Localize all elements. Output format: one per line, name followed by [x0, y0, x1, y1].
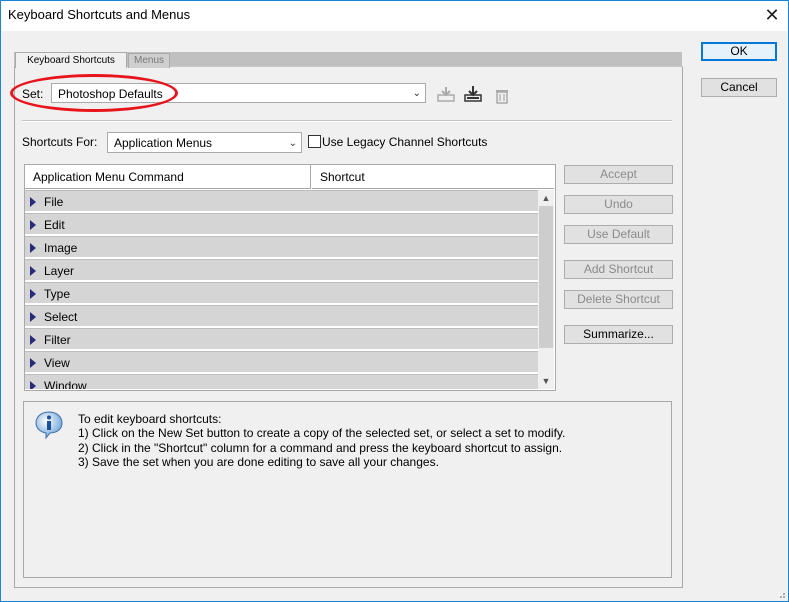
save-set-icon[interactable] — [436, 84, 456, 104]
tab-menus[interactable]: Menus — [128, 53, 170, 68]
shortcuts-for-dropdown[interactable]: Application Menus ⌄ — [107, 132, 302, 153]
info-step-2: 2) Click in the "Shortcut" column for a … — [78, 441, 563, 455]
use-default-button[interactable]: Use Default — [564, 225, 673, 244]
legacy-channel-checkbox[interactable] — [308, 135, 321, 148]
cancel-button[interactable]: Cancel — [701, 78, 777, 97]
undo-button[interactable]: Undo — [564, 195, 673, 214]
column-header-command[interactable]: Application Menu Command — [25, 165, 311, 189]
separator — [22, 120, 672, 122]
expand-triangle-icon[interactable] — [30, 381, 36, 389]
table-scrollbar[interactable]: ▲ ▼ — [538, 190, 554, 389]
expand-triangle-icon[interactable] — [30, 243, 36, 253]
add-shortcut-button[interactable]: Add Shortcut — [564, 260, 673, 279]
table-row[interactable]: Filter — [25, 328, 538, 350]
expand-triangle-icon[interactable] — [30, 197, 36, 207]
new-set-icon[interactable] — [463, 84, 483, 104]
ok-button[interactable]: OK — [701, 42, 777, 61]
info-step-3: 3) Save the set when you are done editin… — [78, 455, 439, 469]
tab-keyboard-shortcuts[interactable]: Keyboard Shortcuts — [15, 52, 127, 68]
column-header-shortcut[interactable]: Shortcut — [312, 165, 554, 189]
delete-shortcut-button[interactable]: Delete Shortcut — [564, 290, 673, 309]
table-rows: File Edit Image Layer Type Select Filter… — [25, 190, 538, 389]
table-row[interactable]: Image — [25, 236, 538, 258]
info-box: To edit keyboard shortcuts: 1) Click on … — [23, 401, 672, 578]
legacy-channel-label: Use Legacy Channel Shortcuts — [322, 135, 488, 149]
trash-icon[interactable] — [492, 85, 512, 105]
expand-triangle-icon[interactable] — [30, 266, 36, 276]
resize-grip-icon[interactable] — [776, 589, 786, 599]
info-icon — [35, 411, 63, 440]
scrollbar-thumb[interactable] — [539, 206, 553, 348]
shortcuts-for-label: Shortcuts For: — [22, 135, 98, 149]
close-icon[interactable]: ✕ — [760, 3, 784, 27]
table-row[interactable]: Window — [25, 374, 538, 389]
info-step-1: 1) Click on the New Set button to create… — [78, 426, 566, 440]
expand-triangle-icon[interactable] — [30, 335, 36, 345]
shortcuts-table: Application Menu Command Shortcut File E… — [24, 164, 556, 391]
info-heading: To edit keyboard shortcuts: — [78, 412, 222, 426]
summarize-button[interactable]: Summarize... — [564, 325, 673, 344]
table-row[interactable]: Layer — [25, 259, 538, 281]
table-row[interactable]: Type — [25, 282, 538, 304]
expand-triangle-icon[interactable] — [30, 358, 36, 368]
table-row[interactable]: View — [25, 351, 538, 373]
chevron-down-icon: ⌄ — [288, 138, 297, 149]
expand-triangle-icon[interactable] — [30, 289, 36, 299]
expand-triangle-icon[interactable] — [30, 312, 36, 322]
expand-triangle-icon[interactable] — [30, 220, 36, 230]
chevron-down-icon: ⌄ — [412, 88, 421, 99]
scroll-up-icon[interactable]: ▲ — [538, 190, 554, 206]
scroll-down-icon[interactable]: ▼ — [538, 373, 554, 389]
highlight-ellipse — [10, 74, 178, 112]
window-title: Keyboard Shortcuts and Menus — [8, 7, 191, 22]
shortcuts-for-value: Application Menus — [114, 136, 213, 150]
accept-button[interactable]: Accept — [564, 165, 673, 184]
table-row[interactable]: File — [25, 190, 538, 212]
table-row[interactable]: Select — [25, 305, 538, 327]
table-row[interactable]: Edit — [25, 213, 538, 235]
